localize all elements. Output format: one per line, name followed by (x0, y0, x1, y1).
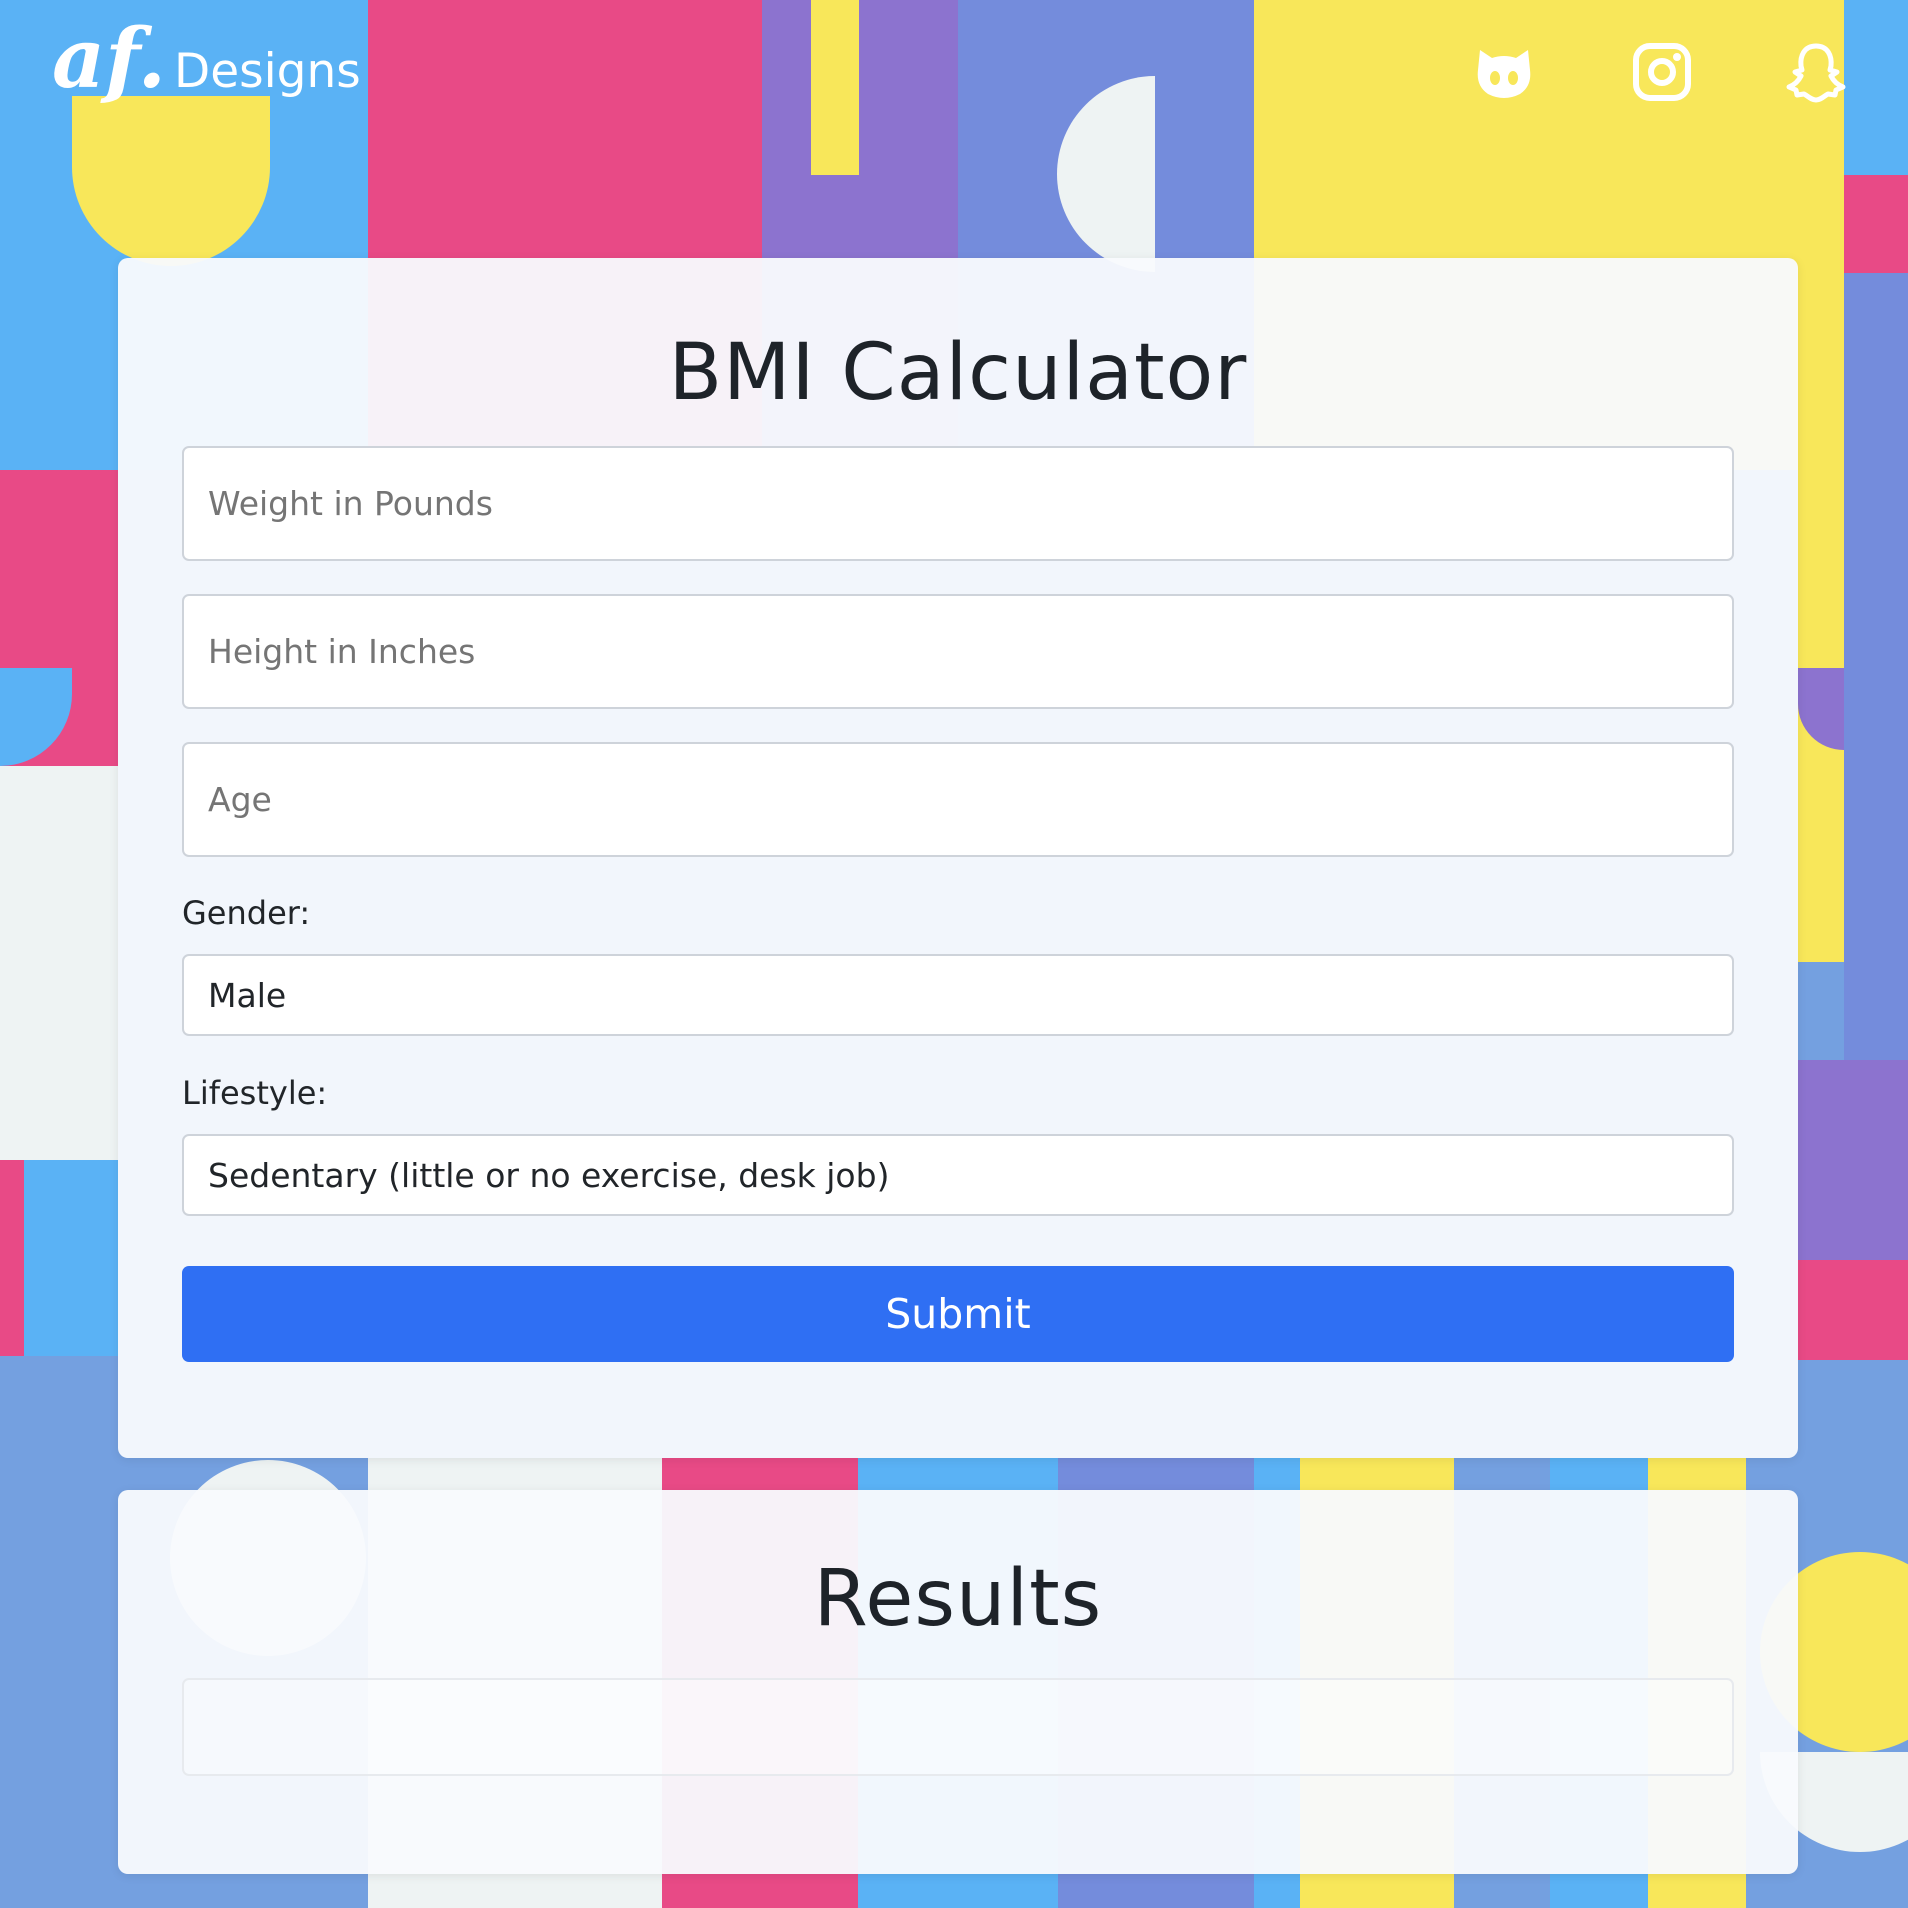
bmi-form-card: BMI Calculator Gender: Male Lifestyle: S… (118, 258, 1798, 1458)
lifestyle-label: Lifestyle: (182, 1074, 328, 1112)
lifestyle-selected-value: Sedentary (little or no exercise, desk j… (208, 1155, 890, 1195)
gender-select[interactable]: Male (182, 954, 1734, 1036)
gender-label: Gender: (182, 894, 311, 932)
logo[interactable]: af. Designs (52, 18, 361, 128)
snapchat-icon-glyph (1786, 43, 1846, 103)
logo-mark: af. (52, 11, 167, 107)
logo-text: Designs (174, 44, 361, 99)
lifestyle-select[interactable]: Sedentary (little or no exercise, desk j… (182, 1134, 1734, 1216)
weight-input[interactable] (182, 446, 1734, 561)
instagram-icon[interactable] (1630, 40, 1694, 104)
results-title: Results (813, 1554, 1103, 1644)
instagram-icon-glyph (1633, 43, 1691, 101)
github-icon[interactable] (1472, 40, 1536, 104)
github-icon-glyph (1477, 50, 1531, 98)
age-input[interactable] (182, 742, 1734, 857)
submit-button[interactable]: Submit (182, 1266, 1734, 1362)
gender-selected-value: Male (208, 975, 287, 1015)
height-input[interactable] (182, 594, 1734, 709)
header: af. Designs (0, 0, 1908, 150)
page-title: BMI Calculator (668, 328, 1248, 418)
snapchat-icon[interactable] (1784, 40, 1848, 104)
results-card: Results (118, 1490, 1798, 1874)
results-output (182, 1678, 1734, 1776)
